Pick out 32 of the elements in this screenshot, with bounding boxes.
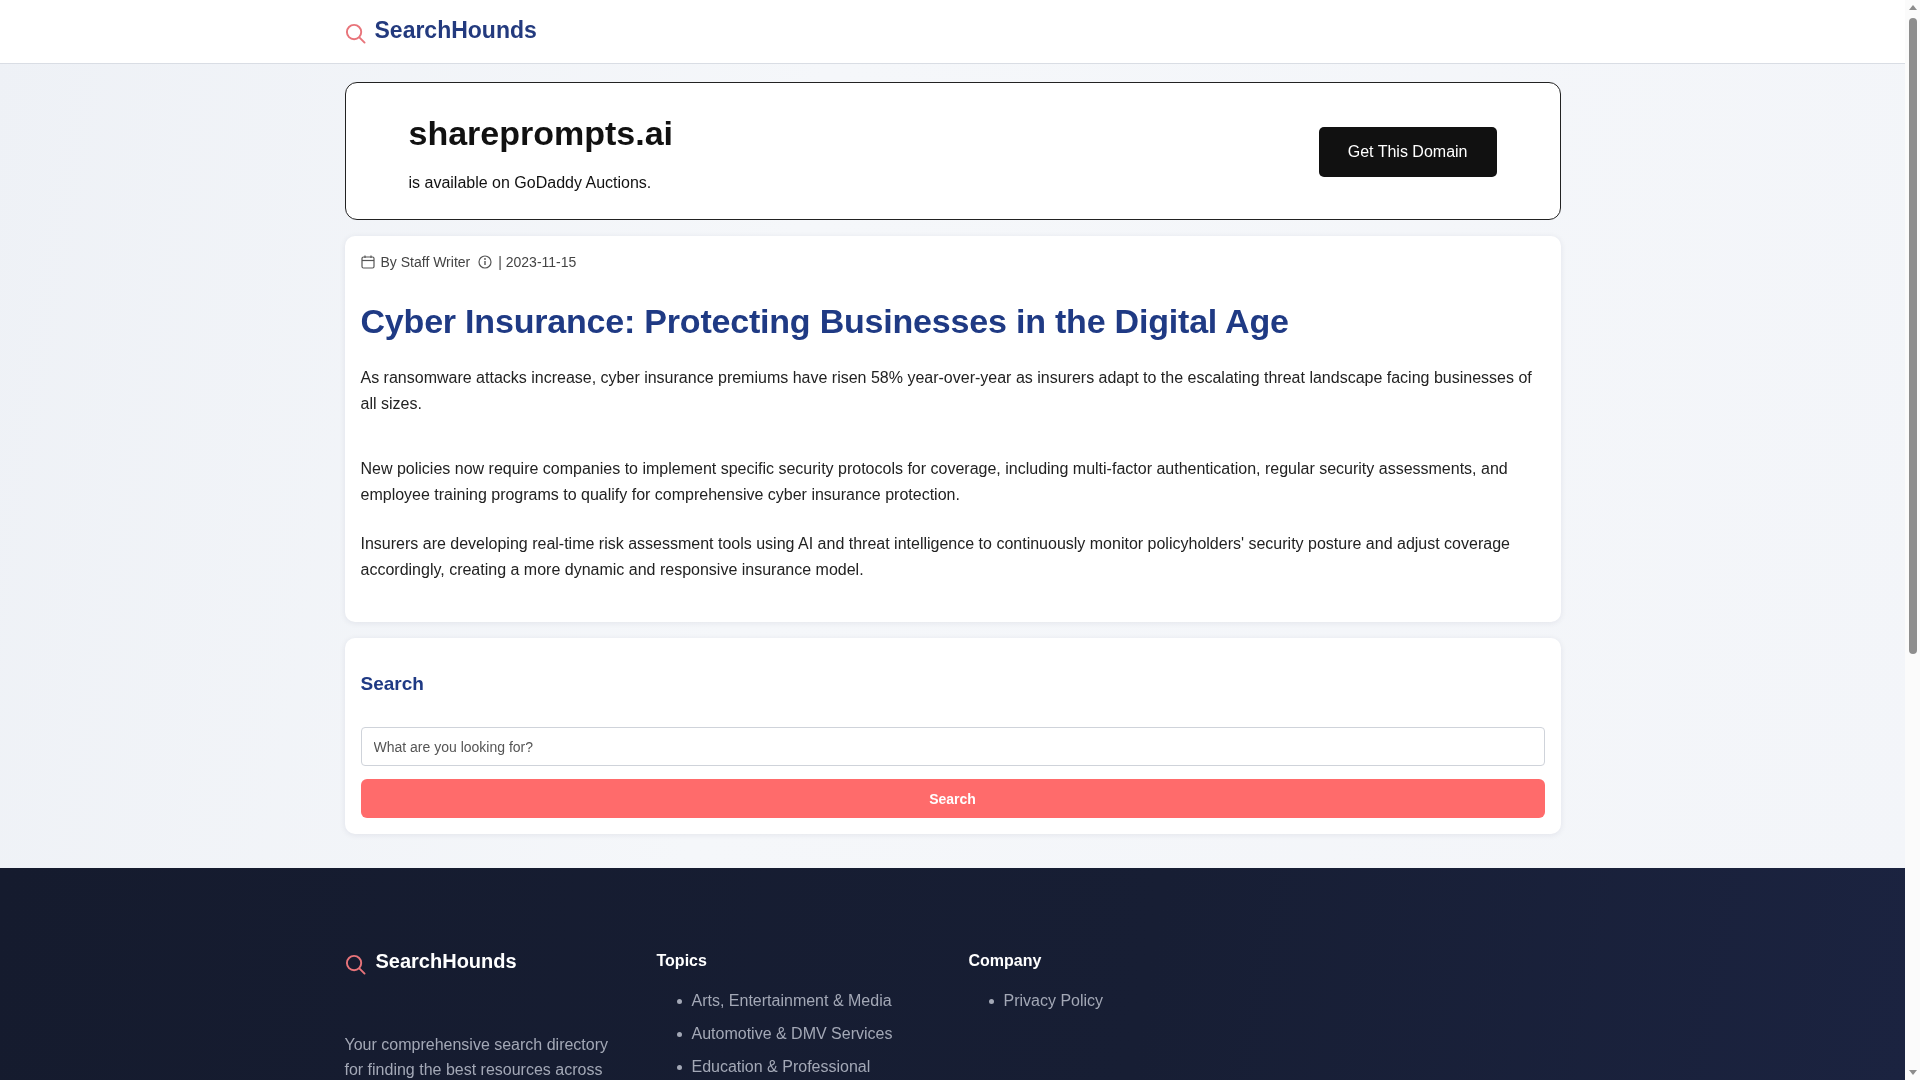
bullet-icon	[676, 1064, 682, 1070]
search-field[interactable]: What are you looking for?	[360, 727, 1545, 766]
article-title: Cyber Insurance: Protecting Businesses in the Digital Age	[360, 301, 1290, 342]
availability-text: is available on GoDaddy Auctions.	[408, 173, 653, 193]
search-heading: Search	[360, 672, 425, 696]
footer-link[interactable]: Arts, Entertainment & Media	[691, 991, 892, 1011]
footer-column-heading: Company	[968, 951, 1042, 971]
footer-description: Your comprehensive search directory for finding the best resources across	[344, 1035, 610, 1080]
get-domain-button[interactable]: Get This Domain	[1318, 126, 1497, 177]
article-paragraph: As ransomware attacks increase, cyber insurance premiums have risen 58% year-over-year as insurers adapt to the escalating threat landscape facing businesses of all sizes.	[360, 368, 1533, 414]
logo-link[interactable]: SearchHounds	[344, 17, 537, 45]
scrollbar[interactable]	[1905, 0, 1920, 1080]
domain-name: shareprompts.ai	[408, 113, 674, 154]
info-icon	[478, 255, 493, 269]
article-paragraph: New policies now require companies to implement specific security protocols for coverage, including multi-factor authentication, regular security assessments, and employee training programs to qualify for comprehensive cyber insurance protection.	[360, 459, 1509, 505]
search-icon	[344, 22, 366, 44]
article-paragraph: Insurers are developing real-time risk assessment tools using AI and threat intelligence to continuously monitor policyholders' security posture and adjust coverage accordingly, creating a more dynamic and responsive insurance model.	[360, 534, 1511, 580]
footer-link[interactable]: Automotive & DMV Services	[691, 1024, 893, 1044]
bullet-icon	[676, 1031, 682, 1037]
footer-link[interactable]: Education & Professional	[691, 1057, 871, 1077]
footer-logo-link[interactable]: SearchHounds	[344, 948, 517, 974]
footer-link[interactable]: Privacy Policy	[1003, 991, 1104, 1011]
footer-column-heading: Topics	[656, 951, 707, 971]
date-text: | 2023-11-15	[498, 254, 577, 270]
bullet-icon	[988, 998, 994, 1004]
search-icon	[344, 953, 366, 975]
bullet-icon	[676, 998, 682, 1004]
scrollbar-thumb[interactable]	[1908, 18, 1917, 654]
scroll-up-icon[interactable]	[1908, 5, 1917, 10]
author-text: By Staff Writer	[380, 254, 471, 270]
scroll-down-icon[interactable]	[1908, 1070, 1917, 1075]
calendar-icon	[360, 255, 375, 269]
